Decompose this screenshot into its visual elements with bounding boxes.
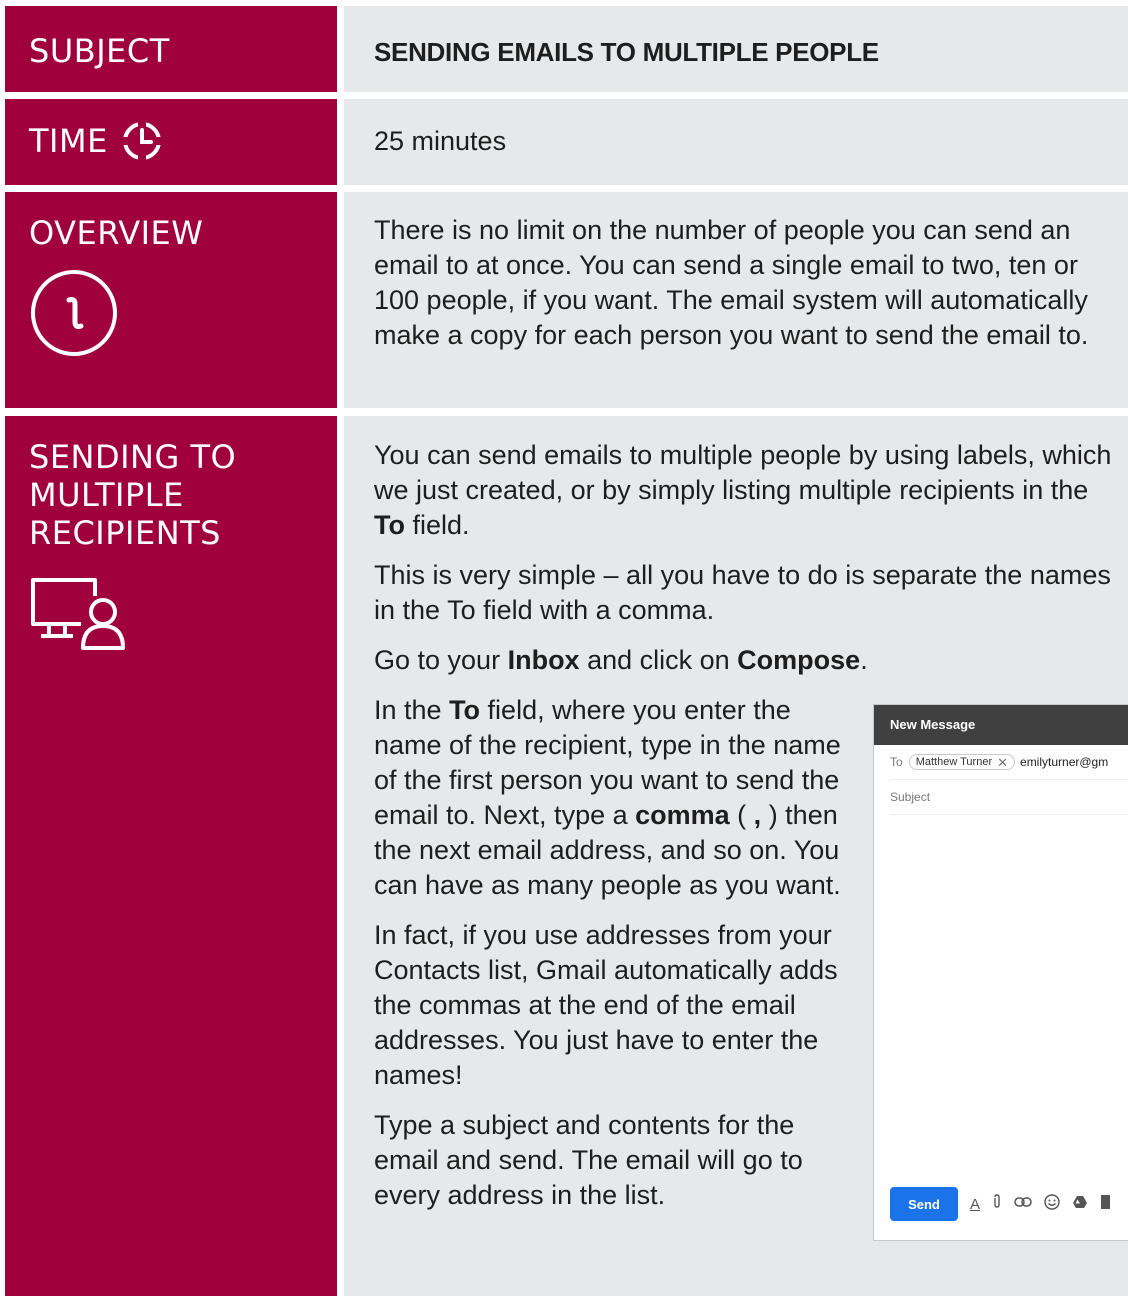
overview-label: OVERVIEW [29, 214, 204, 252]
overview-label-cell: OVERVIEW [5, 192, 337, 408]
sending-label-line-3: RECIPIENTS [29, 514, 221, 552]
emoji-icon[interactable] [1044, 1193, 1060, 1215]
clock-icon [122, 121, 162, 161]
time-value: 25 minutes [374, 126, 507, 156]
sending-paragraph-3: Go to your Inbox and click on Compose. [374, 645, 868, 675]
sending-paragraph-2: This is very simple – all you have to do… [374, 560, 1111, 625]
sending-label-line-1: SENDING TO [29, 438, 237, 476]
subject-title: SENDING EMAILS TO MULTIPLE PEOPLE [374, 37, 879, 67]
subject-label-cell: SUBJECT [5, 6, 337, 92]
close-icon[interactable]: ✕ [997, 756, 1008, 769]
sending-label: SENDING TO MULTIPLE RECIPIENTS [29, 416, 337, 552]
to-label: To [890, 755, 903, 769]
sending-label-line-2: MULTIPLE [29, 476, 184, 514]
sending-paragraph-6: Type a subject and contents for the emai… [374, 1110, 803, 1210]
photo-icon[interactable] [1100, 1194, 1111, 1215]
time-label-cell: TIME [5, 99, 337, 185]
sending-intro: You can send emails to multiple people b… [374, 416, 1114, 678]
sending-paragraph-4: In the To field, where you enter the nam… [374, 695, 841, 900]
overview-text: There is no limit on the number of peopl… [374, 215, 1089, 350]
recipient-chip-name: Matthew Turner [915, 756, 993, 768]
compose-toolbar: Send A [890, 1187, 1111, 1221]
drive-icon[interactable] [1072, 1195, 1088, 1214]
sending-paragraph-1: You can send emails to multiple people b… [374, 440, 1112, 540]
sending-paragraph-5: In fact, if you use addresses from your … [374, 920, 838, 1090]
sending-instructions: In the To field, where you enter the nam… [374, 693, 849, 1213]
to-field[interactable]: To Matthew Turner ✕ emilyturner@gm [890, 745, 1128, 780]
computer-person-icon [29, 574, 129, 650]
link-icon[interactable] [1014, 1195, 1032, 1213]
subject-label: SUBJECT [29, 32, 170, 70]
send-button[interactable]: Send [890, 1187, 958, 1221]
compose-title: New Message [874, 705, 1128, 745]
time-value-cell: 25 minutes [344, 99, 1128, 185]
time-label: TIME [29, 122, 108, 160]
info-icon [29, 268, 119, 358]
overview-value-cell: There is no limit on the number of peopl… [344, 192, 1128, 408]
compose-window: New Message To Matthew Turner ✕ emilytur… [873, 704, 1128, 1241]
to-typed-text: emilyturner@gm [1020, 755, 1109, 769]
subject-value-cell: SENDING EMAILS TO MULTIPLE PEOPLE [344, 6, 1128, 92]
format-text-icon[interactable]: A [970, 1196, 980, 1213]
sending-label-cell: SENDING TO MULTIPLE RECIPIENTS [5, 416, 337, 1296]
attach-icon[interactable] [992, 1193, 1002, 1215]
subject-field[interactable]: Subject [890, 780, 1128, 815]
recipient-chip[interactable]: Matthew Turner ✕ [908, 754, 1016, 770]
